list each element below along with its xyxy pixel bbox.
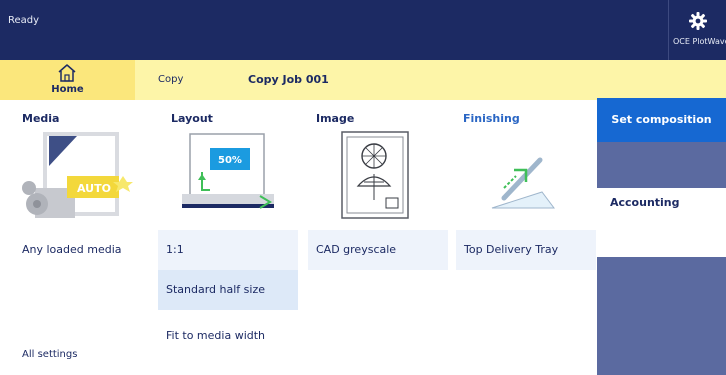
media-thumb-text: AUTO: [77, 182, 111, 195]
layout-thumb-text: 50%: [218, 155, 242, 166]
status-text: Ready: [8, 15, 40, 26]
nav-bar: Home Copy Copy Job 001: [0, 60, 726, 100]
image-title: Image: [316, 112, 355, 125]
panel-block-bottom: [597, 257, 726, 375]
accounting-label[interactable]: Accounting: [610, 196, 680, 209]
finishing-title: Finishing: [463, 112, 520, 125]
layout-title: Layout: [171, 112, 213, 125]
home-tab[interactable]: Home: [0, 60, 135, 100]
home-label: Home: [51, 84, 84, 95]
cad-image-icon: [341, 131, 409, 219]
home-icon: [58, 64, 76, 82]
finishing-option-top-delivery[interactable]: Top Delivery Tray: [456, 230, 596, 270]
image-option-cad-greyscale[interactable]: CAD greyscale: [308, 230, 448, 270]
printer-settings-button[interactable]: OCE PlotWave 34: [668, 0, 726, 60]
layout-thumbnail[interactable]: 50%: [162, 130, 292, 220]
top-bar: Ready OCE PlotWave 34: [0, 0, 726, 60]
printer-name: OCE PlotWave 34: [673, 37, 726, 46]
media-roll-icon: AUTO: [22, 132, 133, 218]
all-settings-link[interactable]: All settings: [22, 349, 77, 360]
image-thumbnail[interactable]: [306, 130, 436, 220]
panel-block: [597, 142, 726, 188]
layout-option-fit-width[interactable]: Fit to media width: [158, 316, 298, 356]
finishing-thumbnail[interactable]: [454, 130, 584, 220]
layout-scale-icon: 50%: [182, 133, 274, 209]
finishing-tray-icon: [491, 157, 555, 209]
media-title: Media: [22, 112, 60, 125]
breadcrumb-copy[interactable]: Copy: [158, 74, 183, 85]
set-composition-button[interactable]: Set composition: [597, 98, 726, 142]
layout-option-1to1[interactable]: 1:1: [158, 230, 298, 270]
media-thumbnail[interactable]: AUTO: [15, 130, 145, 220]
media-option-any-loaded[interactable]: Any loaded media: [14, 230, 139, 270]
layout-option-standard-half[interactable]: Standard half size: [158, 270, 298, 310]
gear-icon: [689, 12, 707, 30]
job-name[interactable]: Copy Job 001: [248, 73, 329, 86]
